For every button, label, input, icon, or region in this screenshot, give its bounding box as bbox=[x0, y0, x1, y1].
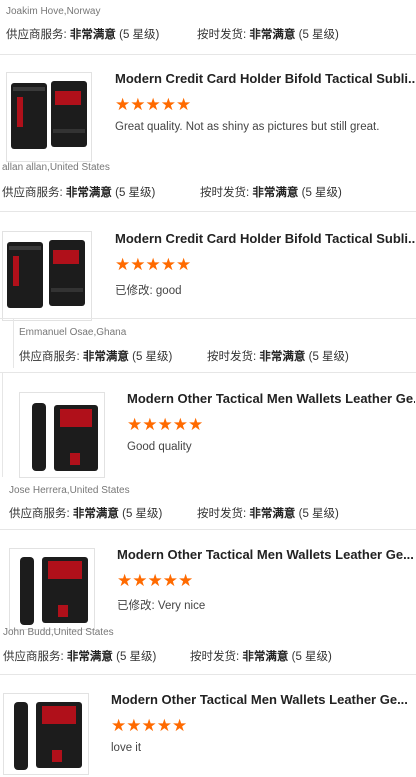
supplier-service-rating: 供应商服务: 非常满意 (5 星级) bbox=[9, 508, 163, 520]
reviewer-name: Jose Herrera,United States bbox=[9, 485, 130, 496]
divider bbox=[0, 54, 416, 55]
product-title-link[interactable]: Modern Other Tactical Men Wallets Leathe… bbox=[111, 692, 415, 707]
product-thumbnail[interactable] bbox=[2, 231, 92, 321]
review-text: Great quality. Not as shiny as pictures … bbox=[115, 121, 380, 133]
reviewer-name: allan allan,United States bbox=[2, 162, 110, 173]
star-rating-icon: ★★★★★ bbox=[111, 716, 188, 735]
star-rating-icon: ★★★★★ bbox=[127, 415, 204, 434]
reviewer-name: John Budd,United States bbox=[3, 627, 114, 638]
divider bbox=[0, 674, 416, 675]
supplier-service-rating: 供应商服务: 非常满意 (5 星级) bbox=[19, 351, 173, 363]
on-time-shipping-rating: 按时发货: 非常满意 (5 星级) bbox=[197, 29, 339, 41]
review-text: love it bbox=[111, 742, 142, 754]
product-thumbnail[interactable] bbox=[3, 693, 89, 775]
container-edge bbox=[2, 372, 3, 477]
divider bbox=[0, 211, 416, 212]
product-thumbnail[interactable] bbox=[9, 548, 95, 630]
product-title-link[interactable]: Modern Credit Card Holder Bifold Tactica… bbox=[115, 231, 415, 246]
wallet-image-icon bbox=[11, 81, 87, 149]
reviewer-name: Joakim Hove,Norway bbox=[6, 6, 101, 17]
product-thumbnail[interactable] bbox=[6, 72, 92, 162]
product-title-link[interactable]: Modern Other Tactical Men Wallets Leathe… bbox=[127, 391, 415, 406]
supplier-service-rating: 供应商服务: 非常满意 (5 星级) bbox=[2, 187, 156, 199]
review-text: 已修改: Very nice bbox=[117, 600, 206, 612]
product-title-link[interactable]: Modern Other Tactical Men Wallets Leathe… bbox=[117, 547, 415, 562]
star-rating-icon: ★★★★★ bbox=[115, 255, 192, 274]
on-time-shipping-rating: 按时发货: 非常满意 (5 星级) bbox=[197, 508, 339, 520]
wallet-image-icon bbox=[14, 702, 82, 770]
supplier-service-rating: 供应商服务: 非常满意 (5 星级) bbox=[3, 651, 157, 663]
wallet-image-icon bbox=[32, 403, 98, 471]
divider bbox=[0, 318, 416, 319]
wallet-image-icon bbox=[7, 240, 85, 308]
on-time-shipping-rating: 按时发货: 非常满意 (5 星级) bbox=[200, 187, 342, 199]
reviewer-name: Emmanuel Osae,Ghana bbox=[19, 327, 127, 338]
star-rating-icon: ★★★★★ bbox=[117, 571, 194, 590]
container-edge bbox=[13, 318, 14, 368]
on-time-shipping-rating: 按时发货: 非常满意 (5 星级) bbox=[207, 351, 349, 363]
review-text: Good quality bbox=[127, 441, 192, 453]
supplier-service-rating: 供应商服务: 非常满意 (5 星级) bbox=[6, 29, 160, 41]
on-time-shipping-rating: 按时发货: 非常满意 (5 星级) bbox=[190, 651, 332, 663]
product-thumbnail[interactable] bbox=[19, 392, 105, 478]
wallet-image-icon bbox=[20, 557, 88, 625]
star-rating-icon: ★★★★★ bbox=[115, 95, 192, 114]
divider bbox=[0, 529, 416, 530]
divider bbox=[0, 372, 416, 373]
review-text: 已修改: good bbox=[115, 285, 182, 297]
product-title-link[interactable]: Modern Credit Card Holder Bifold Tactica… bbox=[115, 71, 415, 86]
